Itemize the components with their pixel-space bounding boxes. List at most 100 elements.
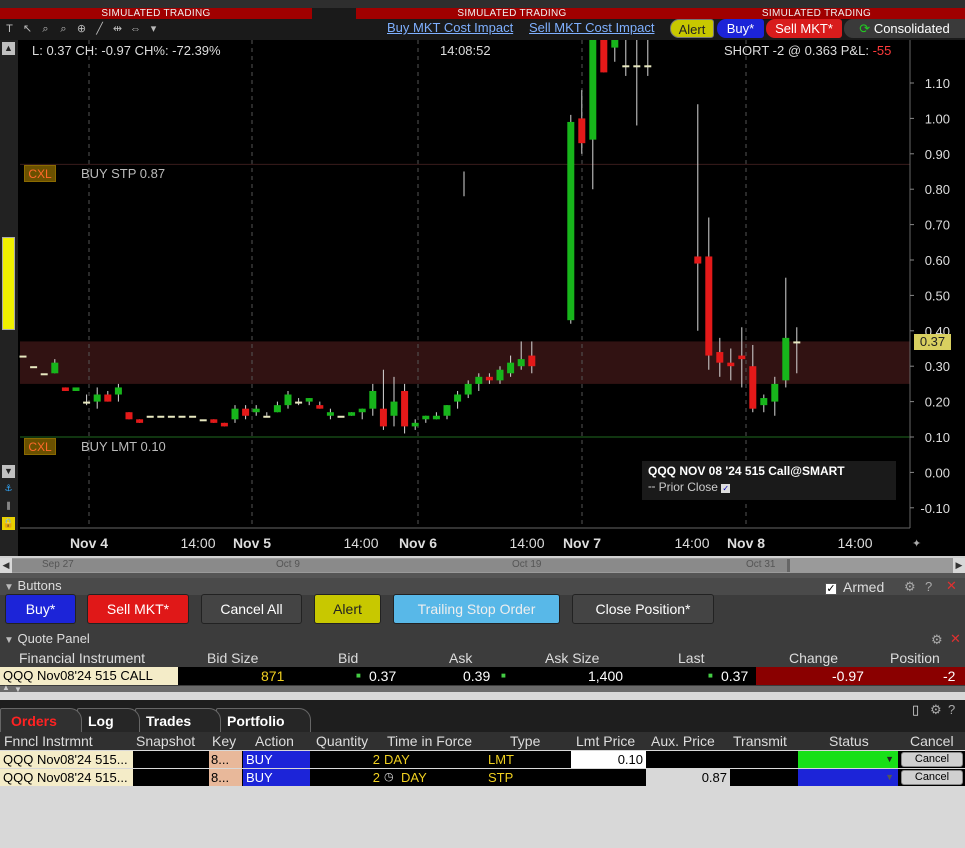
armed-checkbox[interactable]: ✓ (825, 583, 837, 595)
scroll-right-icon[interactable]: ▶ (953, 558, 965, 573)
bars-icon[interactable]: ⫼ (2, 500, 15, 513)
scroll-left-icon[interactable]: ◀ (0, 558, 12, 573)
column-header[interactable]: Bid Size (207, 650, 258, 666)
order-action[interactable]: BUY (243, 751, 310, 768)
quote-instrument[interactable]: QQQ Nov08'24 515 CALL (0, 667, 178, 685)
alert-button[interactable]: Alert (670, 19, 714, 38)
cursor-tool-icon[interactable]: ↖ (20, 22, 35, 36)
column-header[interactable]: Last (678, 650, 704, 666)
bid-price[interactable]: 0.37 (369, 667, 396, 685)
column-header[interactable]: Bid (338, 650, 358, 666)
order-quantity[interactable]: 2 (310, 751, 380, 768)
column-header[interactable]: Lmt Price (576, 733, 635, 749)
consolidated-button[interactable]: ⟳ Consolidated (844, 19, 965, 38)
column-header[interactable]: Aux. Price (651, 733, 715, 749)
collapse-icon[interactable]: ▼ (4, 635, 14, 646)
text-tool-icon[interactable]: T (2, 22, 17, 36)
tab-portfolio[interactable]: Portfolio (216, 708, 311, 732)
settings-icon[interactable]: ⚙ (931, 632, 943, 648)
chart-legend: QQQ NOV 08 '24 515 Call@SMART ╌ Prior Cl… (642, 461, 896, 500)
settings-icon[interactable]: ⚙ (904, 579, 916, 595)
price-chart[interactable]: 1.10 1.00 0.90 0.80 0.70 0.60 0.50 0.40 0.30 0.20… (0, 40, 965, 556)
scroll-down-icon[interactable]: ▼ (2, 465, 15, 478)
column-header[interactable]: Ask Size (545, 650, 599, 666)
order-aux-price[interactable]: 0.87 (646, 769, 730, 786)
document-icon[interactable]: ▯ (912, 702, 919, 718)
order-tif[interactable]: DAY (384, 751, 410, 768)
zoom-out-icon[interactable]: ⌕ (56, 22, 71, 36)
chevron-down-icon[interactable]: ▼ (885, 769, 894, 786)
cancel-order-button[interactable]: Cancel (901, 770, 963, 785)
bar-spacing-icon[interactable]: ⇹ (110, 22, 125, 36)
column-header[interactable]: Position (890, 650, 940, 666)
scroll-thumb[interactable] (2, 237, 15, 330)
candle-body (252, 408, 260, 413)
order-quantity[interactable]: 2 (310, 769, 380, 786)
help-icon[interactable]: ? (925, 579, 932, 594)
order-instrument[interactable]: QQQ Nov08'24 515... (0, 751, 133, 768)
sell-cost-impact-link[interactable]: Sell MKT Cost Impact (529, 20, 654, 35)
column-header[interactable]: Fnncl Instrmnt (4, 733, 93, 749)
cancel-limit-order-button[interactable]: CXL (24, 438, 56, 455)
buy-button[interactable]: Buy* (717, 19, 764, 38)
order-status[interactable]: ▼ (798, 751, 898, 768)
close-icon[interactable]: ✕ (950, 631, 961, 647)
chevron-down-icon[interactable]: ▼ (885, 751, 894, 768)
help-icon[interactable]: ? (948, 702, 955, 717)
order-type[interactable]: STP (488, 769, 513, 786)
order-action[interactable]: BUY (243, 769, 310, 786)
column-header[interactable]: Quantity (316, 733, 368, 749)
column-header[interactable]: Change (789, 650, 838, 666)
collapse-icon[interactable]: ▼ (4, 582, 14, 593)
column-header[interactable]: Snapshot (136, 733, 195, 749)
draw-lines-icon[interactable]: ╱ (92, 22, 107, 36)
candle-body (475, 376, 483, 384)
column-header[interactable]: Ask (449, 650, 472, 666)
armed-toggle[interactable]: ✓ Armed (825, 579, 884, 595)
chart-tools: T ↖ ⌕ ⌕ ⊕ ╱ ⇹ ⇔ ▾ (2, 20, 161, 38)
column-header[interactable]: Transmit (733, 733, 787, 749)
sell-market-button[interactable]: Sell MKT* (87, 594, 189, 624)
alert-button[interactable]: Alert (314, 594, 381, 624)
tab-trades[interactable]: Trades (135, 708, 221, 732)
buy-button[interactable]: Buy* (5, 594, 76, 624)
lock-icon[interactable]: 🔒 (2, 517, 15, 530)
tab-log[interactable]: Log (77, 708, 140, 732)
time-scrollbar[interactable]: ◀ Sep 27 Oct 9 Oct 19 Oct 31 ▶ (0, 558, 965, 573)
column-header[interactable]: Action (255, 733, 294, 749)
crosshair-icon[interactable]: ⊕ (74, 22, 89, 36)
tab-orders[interactable]: Orders (0, 708, 82, 732)
column-header[interactable]: Type (510, 733, 540, 749)
ask-price[interactable]: 0.39 (463, 667, 490, 685)
time-scroll-thumb[interactable] (12, 559, 790, 572)
cancel-stop-order-button[interactable]: CXL (24, 165, 56, 182)
column-header[interactable]: Cancel (910, 733, 954, 749)
order-type[interactable]: LMT (488, 751, 514, 768)
close-icon[interactable]: ✕ (946, 578, 957, 594)
checkbox-icon[interactable]: ✓ (721, 484, 731, 493)
buy-cost-impact-link[interactable]: Buy MKT Cost Impact (387, 20, 513, 35)
close-position-button[interactable]: Close Position* (572, 594, 714, 624)
column-header[interactable]: Time in Force (387, 733, 472, 749)
dropdown-arrow-icon[interactable]: ▾ (146, 22, 161, 36)
order-status[interactable]: ▼ (798, 769, 898, 786)
anchor-icon[interactable]: ⚓ (2, 482, 15, 495)
order-lmt-price[interactable]: 0.10 (571, 751, 646, 768)
zoom-in-icon[interactable]: ⌕ (38, 22, 53, 36)
column-header[interactable]: Key (212, 733, 236, 749)
column-header[interactable]: Status (829, 733, 869, 749)
scroll-up-icon[interactable]: ▲ (2, 42, 15, 55)
column-header[interactable]: Financial Instrument (19, 650, 145, 666)
price-band (20, 341, 910, 384)
cancel-all-button[interactable]: Cancel All (201, 594, 302, 624)
trailing-stop-order-button[interactable]: Trailing Stop Order (393, 594, 560, 624)
cancel-order-button[interactable]: Cancel (901, 752, 963, 767)
x-tick-label: 14:00 (837, 535, 872, 551)
arrow-up-icon[interactable]: ▲ (2, 683, 10, 692)
order-tif[interactable]: DAY (401, 769, 427, 786)
sell-market-button[interactable]: Sell MKT* (766, 19, 842, 38)
vertical-scrollbar[interactable]: ▲ ▼ ⚓ ⫼ 🔒 (0, 40, 18, 556)
settings-icon[interactable]: ⚙ (930, 702, 942, 718)
order-instrument[interactable]: QQQ Nov08'24 515... (0, 769, 133, 786)
fit-icon[interactable]: ⇔ (128, 22, 143, 36)
